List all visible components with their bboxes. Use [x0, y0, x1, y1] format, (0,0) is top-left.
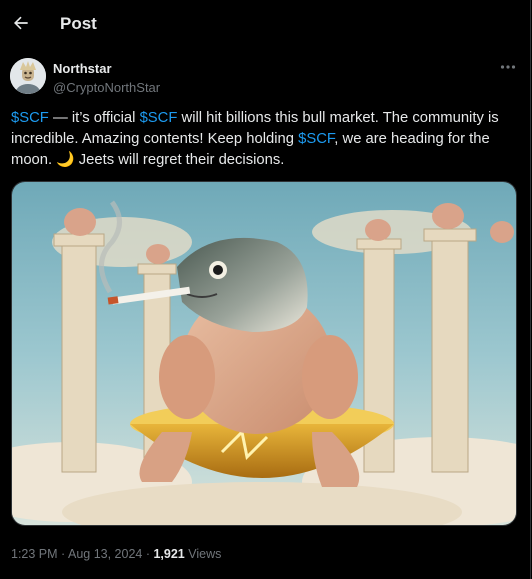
- back-button[interactable]: [4, 6, 38, 40]
- post-date[interactable]: Aug 13, 2024: [68, 547, 142, 561]
- post-text: $SCF — it’s official $SCF will hit billi…: [11, 108, 519, 171]
- avatar-image: [10, 58, 46, 94]
- views-label: Views: [184, 547, 222, 561]
- more-options-button[interactable]: [497, 57, 519, 77]
- author-name[interactable]: Northstar: [53, 61, 112, 76]
- cashtag-link[interactable]: $SCF: [298, 131, 334, 147]
- post-image[interactable]: [11, 181, 517, 526]
- post-text-segment: — it’s official: [48, 110, 140, 126]
- post-time[interactable]: 1:23 PM: [11, 547, 58, 561]
- post-detail-column: Post Northstar @CryptoNorthStar $SCF — i…: [0, 0, 531, 579]
- author-handle[interactable]: @CryptoNorthStar: [53, 80, 160, 95]
- cashtag-link[interactable]: $SCF: [11, 110, 49, 126]
- meta-separator: ·: [142, 547, 154, 561]
- more-horizontal-icon: [500, 65, 516, 69]
- meta-separator: ·: [57, 547, 68, 561]
- post-metadata: 1:23 PM · Aug 13, 2024 · 1,921 Views: [11, 547, 221, 561]
- image-illustration: [12, 182, 516, 525]
- views-count: 1,921: [153, 547, 185, 561]
- avatar[interactable]: [10, 58, 46, 94]
- cashtag-link[interactable]: $SCF: [140, 110, 178, 126]
- top-bar: Post: [0, 0, 531, 52]
- page-title: Post: [60, 14, 97, 33]
- arrow-left-icon: [14, 16, 28, 30]
